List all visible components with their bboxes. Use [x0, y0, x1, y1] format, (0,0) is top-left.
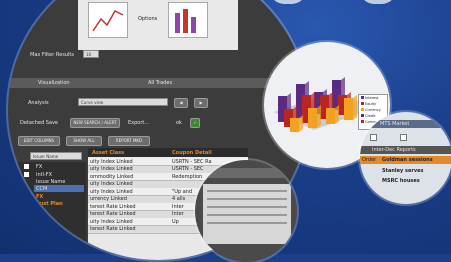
analysis-next-button[interactable]: ▶	[194, 98, 208, 108]
cell-asset-class: urrency Linked	[90, 196, 127, 202]
cell-asset-class: uity Index Linked	[90, 188, 133, 195]
cell-asset-class: terest Rate Linked	[90, 203, 136, 210]
legend-swatch	[361, 114, 364, 117]
cell-asset-class: uity Index Linked	[90, 218, 133, 225]
chart-bar-side	[335, 105, 339, 124]
chart-bar-side	[299, 115, 303, 132]
col-asset-class-header[interactable]: Asset Class	[92, 150, 124, 156]
issuer-filter-select[interactable]: Issuer Name	[30, 152, 82, 160]
cell-coupon-detail: Up	[172, 218, 179, 225]
chart-bar-side	[353, 95, 357, 120]
sidebar-item[interactable]: Intl-FX	[36, 172, 52, 178]
legend-swatch	[361, 102, 364, 105]
export-label: Export...	[128, 120, 150, 126]
cell-asset-class: terest Rate Linked	[90, 226, 136, 232]
ok-button[interactable]: ✓	[190, 118, 200, 128]
order-tag: Order	[362, 157, 377, 163]
list-header: MTS Market	[380, 121, 410, 127]
sidebar-item[interactable]: Cust Plan	[36, 201, 63, 207]
cell-coupon-detail: Inter	[172, 211, 184, 217]
max-results-label: Max Filter Results	[30, 52, 74, 58]
legend-label: Equity	[365, 102, 377, 106]
sidebar-item[interactable]: CCM	[36, 186, 47, 192]
edit-columns-button[interactable]: EDIT COLUMNS	[18, 136, 60, 146]
sidebar-item[interactable]: Spot	[36, 215, 49, 221]
report-button[interactable]: REPORT MKD	[108, 136, 150, 146]
checkbox[interactable]	[370, 134, 377, 141]
chart-bar	[290, 118, 299, 132]
detail-header-bar	[195, 168, 297, 178]
new-search-button[interactable]: NEW SEARCH / ALERT	[70, 118, 120, 128]
cell-coupon-detail: USRTN - SEC Ra	[172, 158, 212, 165]
checkbox[interactable]	[24, 172, 29, 177]
chart-bar	[308, 108, 317, 128]
line-chart-thumbnail[interactable]	[88, 2, 128, 38]
cell-coupon-detail: Inter	[172, 203, 184, 210]
detached-save-label: Detached Save	[20, 120, 58, 126]
legend-label: Interest	[365, 96, 379, 100]
sidebar-item[interactable]: FX	[36, 194, 43, 200]
analysis-label: Analysis	[28, 100, 49, 106]
options-label: Options	[138, 16, 158, 22]
sidebar-item[interactable]: FX	[36, 164, 42, 170]
max-results-select[interactable]: 10	[83, 50, 99, 58]
col-coupon-detail-header[interactable]: Coupon Detail	[172, 150, 212, 156]
cell-coupon-detail: "Up and	[172, 188, 193, 195]
checkbox[interactable]	[24, 164, 29, 169]
cell-asset-class: ommodity Linked	[90, 173, 134, 180]
cell-asset-class: terest Rate Linked	[90, 211, 136, 217]
legend-label: Currency	[365, 108, 381, 112]
legend-label: Credit	[365, 114, 376, 118]
legend-swatch	[361, 108, 364, 111]
cell-coupon-detail: 4 alls	[172, 196, 186, 202]
sidebar-item[interactable]: Ib2	[36, 208, 45, 214]
chart-bar	[344, 98, 353, 120]
cell-asset-class: uity Index Linked	[90, 166, 133, 172]
tab-visualization[interactable]: Visualization	[38, 80, 70, 86]
market-list-circle: MTS Market Inter-Dec Reports Order Goldm…	[360, 112, 451, 204]
show-all-button[interactable]: SHOW ALL	[66, 136, 102, 146]
legend-swatch	[361, 96, 364, 99]
cell-asset-class: uity Index Linked	[90, 181, 133, 187]
list-item[interactable]: Stanley serves	[382, 168, 424, 174]
cell-asset-class: uity Index Linked	[90, 158, 133, 165]
list-column-label: Inter-Dec Reports	[372, 147, 416, 153]
bar-chart-thumbnail[interactable]	[168, 2, 208, 38]
chart-bar-side	[317, 105, 321, 128]
analysis-select[interactable]: Curve view	[78, 98, 168, 106]
list-item[interactable]: Goldman sessions	[382, 157, 433, 163]
checkbox[interactable]	[400, 134, 407, 141]
table-detail-circle	[195, 160, 297, 262]
analysis-prev-button[interactable]: ◀	[174, 98, 188, 108]
list-item[interactable]: MSRC houses	[382, 178, 420, 184]
ok-label: ok	[176, 120, 182, 126]
tab-all-trades[interactable]: All Trades	[148, 80, 172, 86]
chart-bar	[326, 108, 335, 124]
